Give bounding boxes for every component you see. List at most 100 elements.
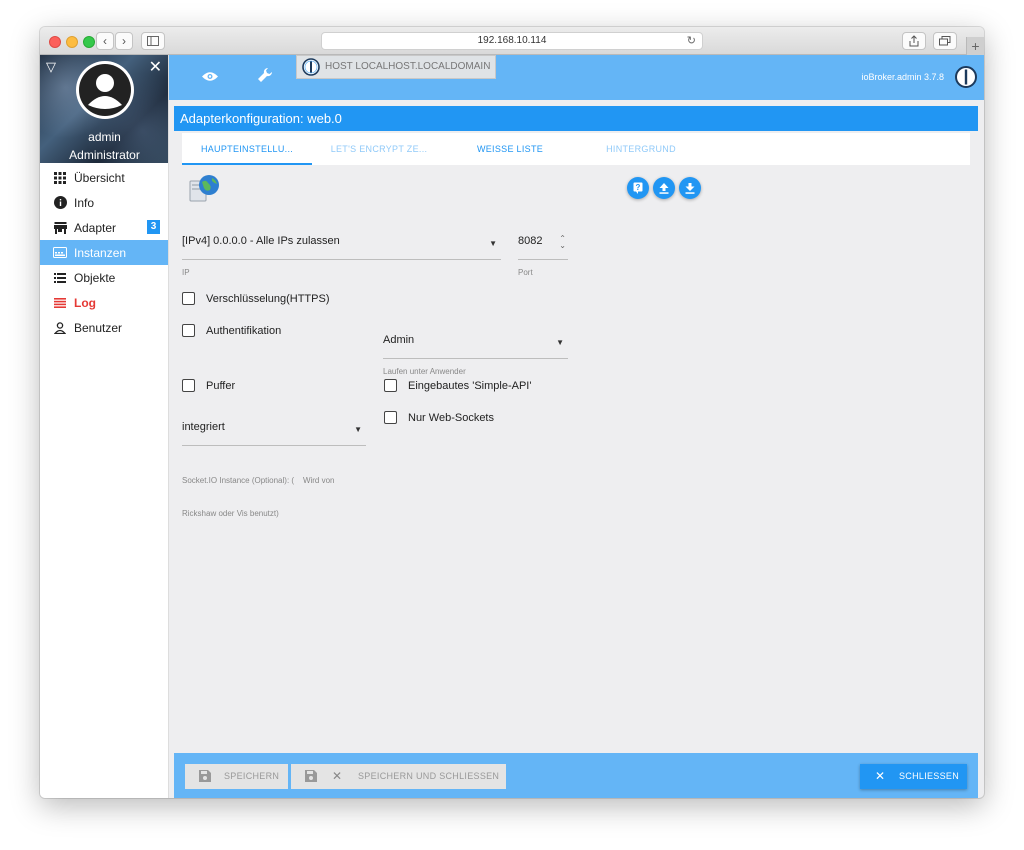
close-label: SCHLIESSEN [899, 771, 960, 781]
page-title: Adapterkonfiguration: web.0 [180, 111, 342, 126]
sidebar-item-instanzen[interactable]: Instanzen [40, 240, 168, 265]
share-button[interactable] [902, 32, 926, 50]
browser-window: ‹ › 192.168.10.114 ↻ + ▽ ✕ admin Adminis… [40, 27, 984, 798]
ip-select-value: [IPv4] 0.0.0.0 - Alle IPs zulassen [182, 235, 340, 247]
tab-haupteinstellungen[interactable]: HAUPTEINSTELLU... [182, 133, 312, 165]
dropdown-arrow-icon: ▼ [556, 338, 564, 347]
checkbox-label: Eingebautes 'Simple-API' [408, 379, 532, 392]
tabs-overview-button[interactable] [933, 32, 957, 50]
svg-text:?: ? [636, 183, 641, 192]
save-and-close-button[interactable]: ✕ SPEICHERN UND SCHLIESSEN [291, 764, 506, 789]
close-icon[interactable]: ✕ [149, 57, 162, 77]
checkbox-box[interactable] [182, 292, 195, 305]
help-button[interactable]: ? [627, 177, 649, 199]
close-button[interactable]: ✕ SCHLIESSEN [860, 764, 967, 789]
checkbox-label: Authentifikation [206, 324, 282, 337]
upload-button[interactable] [653, 177, 675, 199]
sidebar-item-adapter[interactable]: Adapter 3 [40, 215, 168, 240]
save-close-label: SPEICHERN UND SCHLIESSEN [358, 771, 500, 781]
eye-icon[interactable] [202, 69, 218, 87]
menu-lines-icon [53, 296, 67, 310]
socketio-value: integriert [182, 421, 225, 433]
tab-lets-encrypt[interactable]: LET'S ENCRYPT ZE... [314, 133, 444, 165]
avatar [76, 61, 134, 119]
sidebar-item-label: Instanzen [74, 245, 127, 260]
ip-label: IP [182, 268, 190, 277]
dropdown-arrow-icon: ▼ [489, 239, 497, 248]
simple-api-checkbox[interactable]: Eingebautes 'Simple-API' [384, 379, 531, 392]
checkbox-box[interactable] [182, 379, 195, 392]
info-icon [53, 196, 67, 210]
checkbox-label: Puffer [206, 379, 236, 392]
auth-checkbox[interactable]: Authentifikation [182, 324, 281, 337]
sidebar-item-label: Benutzer [74, 320, 123, 335]
sidebar-icon [147, 36, 159, 46]
sidebar-item-label: Log [74, 295, 96, 310]
sidebar: ▽ ✕ admin Administrator Übersicht Info A… [40, 55, 169, 798]
sidebar-item-label: Adapter [74, 220, 117, 235]
sidebar-item-label: Übersicht [74, 170, 125, 185]
chevron-right-icon: › [122, 34, 126, 48]
download-button[interactable] [679, 177, 701, 199]
sidebar-item-uebersicht[interactable]: Übersicht [40, 165, 168, 190]
checkbox-box[interactable] [384, 411, 397, 424]
tab-weisse-liste[interactable]: WEISSE LISTE [445, 133, 575, 165]
ip-select[interactable]: [IPv4] 0.0.0.0 - Alle IPs zulassen ▼ [182, 235, 501, 260]
socketio-select[interactable]: integriert ▼ [182, 421, 366, 446]
adapter-update-badge: 3 [147, 220, 160, 234]
minimize-window-button[interactable] [66, 36, 78, 48]
sidebar-item-benutzer[interactable]: Benutzer [40, 315, 168, 340]
config-title-bar: Adapterkonfiguration: web.0 [174, 106, 978, 131]
iobroker-logo-icon [302, 58, 320, 85]
https-checkbox[interactable]: Verschlüsselung(HTTPS) [182, 292, 330, 305]
reload-icon[interactable]: ↻ [687, 33, 696, 49]
help-icon: ? [633, 182, 643, 194]
save-button[interactable]: SPEICHERN [185, 764, 288, 789]
floppy-disk-icon [305, 764, 317, 791]
admin-version: ioBroker.admin 3.7.8 [861, 72, 944, 82]
run-as-value: Admin [383, 334, 415, 346]
sidebar-item-label: Objekte [74, 270, 116, 285]
tabs-icon [939, 36, 951, 46]
close-window-button[interactable] [49, 36, 61, 48]
host-tab[interactable]: HOST LOCALHOST.LOCALDOMAIN [296, 55, 496, 79]
checkbox-box[interactable] [182, 324, 195, 337]
browser-toolbar: ‹ › 192.168.10.114 ↻ + [40, 27, 984, 55]
socketio-helper: Socket.IO Instance (Optional): ( Wird vo… [182, 476, 335, 518]
instances-icon [53, 246, 67, 260]
config-tabs: HAUPTEINSTELLU... LET'S ENCRYPT ZE... WE… [182, 133, 970, 165]
run-as-select[interactable]: Admin ▼ [383, 334, 568, 359]
user-profile-header: ▽ ✕ admin Administrator [40, 55, 168, 163]
back-button[interactable]: ‹ [96, 32, 114, 50]
sidebar-item-log[interactable]: Log [40, 290, 168, 315]
port-input[interactable]: 8082 ⌃ ⌄ [518, 235, 568, 260]
download-icon [685, 182, 695, 194]
user-role: Administrator [69, 148, 140, 162]
port-label: Port [518, 268, 533, 277]
save-label: SPEICHERN [224, 771, 280, 781]
sidebar-item-label: Info [74, 195, 95, 210]
address-bar[interactable]: 192.168.10.114 ↻ [321, 32, 703, 50]
user-name: admin [88, 130, 121, 144]
checkbox-label: Verschlüsselung(HTTPS) [206, 292, 330, 305]
user-avatar-icon [79, 64, 131, 116]
forward-button[interactable]: › [115, 32, 133, 50]
tab-hintergrund[interactable]: HINTERGRUND [576, 133, 706, 165]
floppy-disk-icon [199, 764, 211, 791]
web-sockets-checkbox[interactable]: Nur Web-Sockets [384, 411, 494, 424]
triangle-menu-icon[interactable]: ▽ [46, 59, 56, 75]
url-text: 192.168.10.114 [477, 35, 547, 46]
stepper-icon[interactable]: ⌃ ⌄ [559, 235, 566, 250]
sidebar-item-objekte[interactable]: Objekte [40, 265, 168, 290]
wrench-icon[interactable] [257, 67, 273, 88]
grid-icon [53, 171, 67, 185]
sidebar-toggle-button[interactable] [141, 32, 165, 50]
checkbox-box[interactable] [384, 379, 397, 392]
new-tab-button[interactable]: + [966, 37, 984, 55]
close-icon: ✕ [332, 769, 343, 783]
zoom-window-button[interactable] [83, 36, 95, 48]
cache-checkbox[interactable]: Puffer [182, 379, 235, 392]
store-icon [53, 221, 67, 235]
sidebar-item-info[interactable]: Info [40, 190, 168, 215]
iobroker-logo-icon [955, 66, 977, 93]
